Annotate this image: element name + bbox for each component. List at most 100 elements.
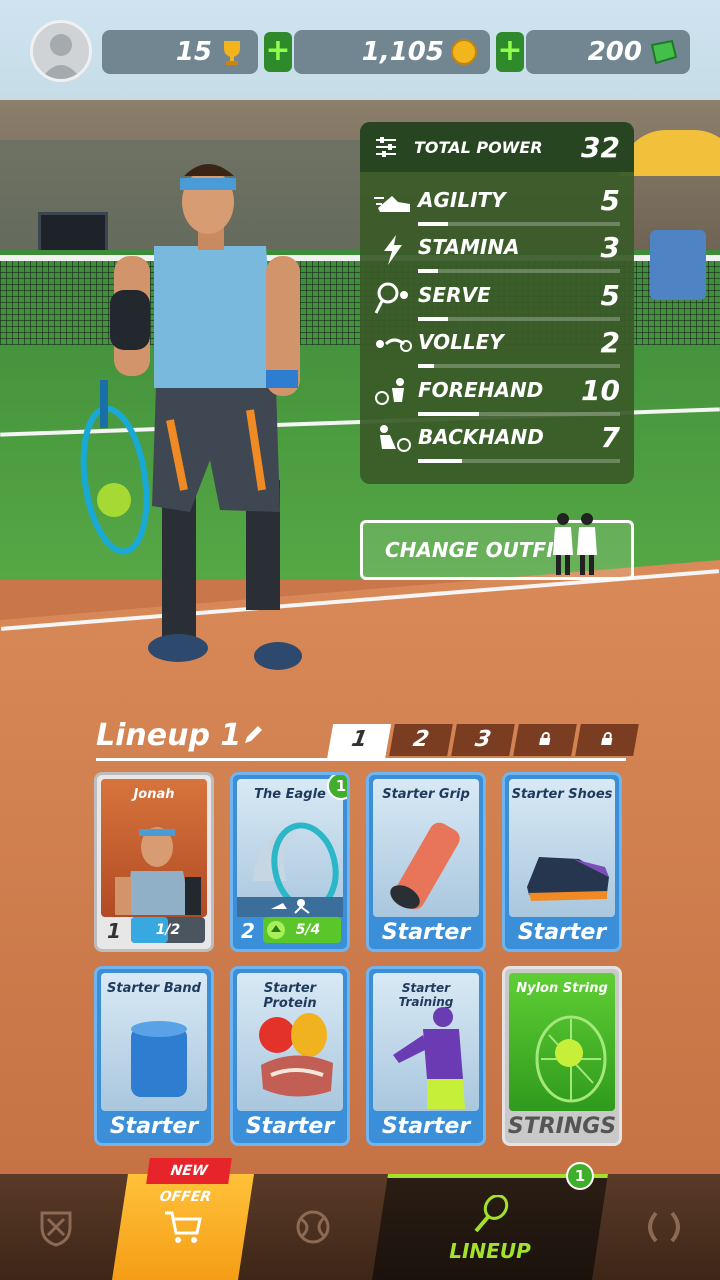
card-title: Jonah (133, 787, 175, 802)
profile-avatar[interactable] (30, 20, 92, 82)
lineup-notification-badge: 1 (566, 1162, 594, 1190)
add-coins-button[interactable]: + (264, 32, 292, 72)
total-power-label: TOTAL POWER (414, 137, 543, 157)
lineup-tabs: 1 2 3 (326, 724, 639, 760)
stat-row-stamina: STAMINA 3 (374, 231, 620, 275)
stat-bar-fill (418, 364, 435, 369)
tab-lineup-3[interactable]: 3 (451, 724, 515, 756)
card-art-frame: Starter Grip (373, 779, 479, 917)
card-art-frame: Starter Shoes (509, 779, 615, 917)
stat-bar (418, 364, 620, 369)
gem-icon (650, 39, 678, 65)
change-outfit-button[interactable]: CHANGE OUTFIT (360, 513, 634, 580)
stat-name: STAMINA (418, 235, 520, 260)
card-category-label: STRINGS (507, 1114, 617, 1139)
nav-clubs[interactable] (0, 1174, 112, 1280)
tab-lineup-1[interactable]: 1 (326, 724, 392, 760)
card-rarity-label: Starter (517, 920, 607, 945)
sliders-icon[interactable] (374, 135, 398, 159)
card-rarity-label: Starter (109, 1114, 199, 1139)
card-nylon-string[interactable]: Nylon String STRINGS (502, 966, 622, 1146)
stat-bar-fill (418, 269, 439, 274)
stat-row-backhand: BACKHAND 7 (374, 421, 620, 465)
new-offer-banner: NEW OFFER (146, 1158, 232, 1205)
card-starter-protein[interactable]: Starter Protein Starter (230, 966, 350, 1146)
protein-food-art (259, 1013, 333, 1097)
stat-value: 3 (600, 231, 620, 265)
total-power-header: TOTAL POWER 32 (360, 122, 634, 172)
card-rarity-label: Starter (381, 920, 471, 945)
outfit-figures-icon (553, 513, 597, 575)
training-figure-art (393, 1007, 465, 1109)
card-title: Starter Grip (382, 787, 470, 802)
player-portrait (115, 827, 201, 915)
stat-bar (418, 222, 620, 226)
card-art-frame: Starter Band (101, 973, 207, 1111)
card-progress-text: 5/4 (295, 922, 321, 938)
stat-row-forehand: FOREHAND 10 (374, 374, 620, 418)
lock-icon (601, 732, 613, 745)
card-art-frame: Jonah (101, 779, 207, 917)
add-gems-button[interactable]: + (496, 32, 524, 72)
stat-bar (418, 269, 620, 274)
card-art-frame: Starter Training (373, 973, 479, 1111)
stat-bar (418, 316, 620, 321)
racket-icon (474, 1195, 509, 1233)
stat-value: 2 (600, 326, 620, 360)
stat-row-volley: VOLLEY 2 (374, 326, 620, 370)
card-starter-shoes[interactable]: Starter Shoes Starter (502, 772, 622, 952)
stat-name: BACKHAND (418, 425, 544, 449)
laurel-wreath-icon (648, 1211, 680, 1243)
card-level: 1 (107, 919, 121, 943)
lineup-title: Lineup 1 (96, 718, 242, 753)
backhand-icon (380, 425, 411, 452)
stat-row-agility: AGILITY 5 (374, 184, 620, 228)
card-title: Nylon String (516, 981, 608, 996)
stat-name: VOLLEY (418, 330, 504, 355)
tab-locked-4[interactable] (513, 724, 577, 756)
shield-crossed-rackets-icon (40, 1211, 72, 1247)
tab-locked-5[interactable] (575, 724, 639, 756)
agility-forehand-icons (271, 899, 310, 914)
card-title: Starter Shoes (511, 787, 613, 802)
forehand-icon (375, 377, 404, 405)
stat-value: 5 (600, 184, 620, 217)
card-progress-text: 1/2 (155, 922, 181, 938)
serve-racket-icon (374, 282, 408, 314)
coin-count: 1,105 (361, 37, 444, 67)
stat-bar-fill (418, 222, 449, 226)
card-rarity-label: Starter (245, 1114, 335, 1139)
tab-underline (96, 758, 626, 761)
stat-bar-fill (418, 411, 479, 416)
card-stat-icons (237, 897, 343, 917)
running-shoe-icon (374, 196, 410, 212)
edit-pencil-icon[interactable] (242, 724, 264, 746)
nav-lineup[interactable]: LINEUP (372, 1174, 608, 1280)
stat-name: FOREHAND (418, 377, 544, 402)
stat-row-serve: SERVE 5 (374, 279, 620, 323)
card-art-frame: Starter Protein (237, 973, 343, 1111)
card-title: Starter Band (107, 981, 201, 996)
tab-lineup-2[interactable]: 2 (389, 724, 453, 756)
trophy-counter: 15 (102, 30, 258, 74)
lightning-icon (384, 235, 402, 266)
trophy-icon (224, 41, 240, 65)
card-player-jonah[interactable]: Jonah 1 1/2 (94, 772, 214, 952)
card-starter-training[interactable]: Starter Training Starter (366, 966, 486, 1146)
card-progress-bar: 1/2 (131, 917, 205, 943)
card-racket-the-eagle[interactable]: The Eagle 2 5/4 1 (230, 772, 350, 952)
nav-lineup-label: LINEUP (449, 1239, 531, 1263)
stat-value: 7 (600, 421, 620, 454)
upgrade-badge: 1 (327, 775, 347, 800)
nav-play[interactable] (254, 1174, 372, 1280)
stat-name: AGILITY (418, 188, 506, 212)
stat-value: 10 (581, 373, 620, 407)
stat-bar-fill (418, 459, 463, 463)
card-starter-band[interactable]: Starter Band Starter (94, 966, 214, 1146)
nav-leaderboard[interactable] (608, 1174, 720, 1280)
stat-name: SERVE (418, 282, 491, 307)
card-starter-grip[interactable]: Starter Grip Starter (366, 772, 486, 952)
wristband-art (131, 1021, 187, 1097)
coin-icon (451, 39, 477, 65)
tennis-ball-icon (296, 1210, 330, 1244)
